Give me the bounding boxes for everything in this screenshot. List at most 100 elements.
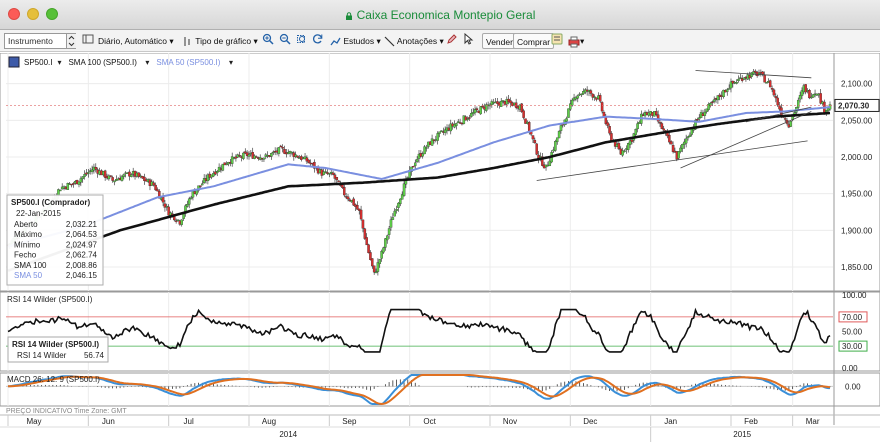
price-chart[interactable]: 2,070.30 SP500.I ▾ SMA 100 (SP500.I) ▾ SMA 50… <box>0 53 880 442</box>
candle <box>152 182 155 186</box>
candle <box>580 93 583 96</box>
year-label: 2015 <box>733 430 751 439</box>
sell-button[interactable]: Vender <box>482 33 517 49</box>
candle <box>697 117 701 120</box>
candle <box>656 114 660 122</box>
candle <box>808 90 811 99</box>
infobox-row-value: 2,032.21 <box>66 220 98 229</box>
candle <box>655 111 658 116</box>
pen-icon[interactable] <box>446 33 458 49</box>
buy-button[interactable]: Comprar <box>513 33 555 49</box>
candle <box>768 80 772 88</box>
candle <box>371 258 374 267</box>
candle <box>761 71 764 75</box>
candle <box>527 122 531 132</box>
footer-timezone: Time Zone: GMT <box>74 408 127 415</box>
candle <box>393 210 396 217</box>
candle <box>711 101 714 103</box>
candle <box>783 118 787 120</box>
candle <box>598 95 602 102</box>
zoom-in-button[interactable] <box>262 33 274 49</box>
bar-chart-icon <box>184 37 190 47</box>
candle <box>161 196 165 203</box>
candle <box>662 128 665 131</box>
candle <box>154 184 157 191</box>
candle <box>201 183 204 186</box>
macd-tick-label: 0.00 <box>845 382 861 391</box>
candle <box>669 141 673 145</box>
month-label: Jul <box>184 417 194 426</box>
candle <box>79 178 83 183</box>
candle <box>436 133 439 141</box>
candle <box>367 244 370 254</box>
infobox-row-value: 2,024.97 <box>66 240 98 249</box>
candle <box>696 119 699 121</box>
candle <box>589 90 593 94</box>
chart-type-dropdown[interactable]: Tipo de gráfico ▾ <box>182 33 258 49</box>
reset-icon[interactable] <box>312 33 324 49</box>
price-tick-label: 2,050.00 <box>841 116 873 125</box>
cursor-icon[interactable] <box>462 32 474 49</box>
candle <box>343 187 346 196</box>
candle <box>87 172 90 174</box>
candle <box>412 166 415 168</box>
rsi-tick-label: 70.00 <box>842 313 863 322</box>
infobox-row-label: Máximo <box>14 230 43 239</box>
candle <box>688 134 692 137</box>
candle <box>765 82 768 84</box>
studies-icon <box>330 37 341 46</box>
candle <box>72 183 75 185</box>
candle <box>421 153 424 157</box>
toolbar: Instrumento Diário, Automático ▾ Tipo de… <box>0 30 880 52</box>
candle <box>359 209 363 220</box>
candle <box>455 123 458 126</box>
year-label: 2014 <box>279 430 297 439</box>
candle <box>531 135 535 140</box>
candle <box>533 139 537 144</box>
legend-item: SMA 50 (SP500.I) <box>156 58 220 67</box>
candle <box>247 154 251 157</box>
print-dropdown[interactable]: ▾ <box>568 33 584 49</box>
candle <box>337 180 340 182</box>
candle <box>522 110 525 118</box>
period-dropdown[interactable]: Diário, Automático ▾ <box>98 33 174 49</box>
candle <box>475 108 479 110</box>
candle <box>602 112 606 117</box>
candle <box>365 237 368 246</box>
infobox-row-label: SMA 50 <box>14 271 43 280</box>
candle <box>189 197 193 199</box>
candle <box>122 174 126 177</box>
infobox-row-value: 2,062.74 <box>66 251 98 260</box>
layout-icon[interactable] <box>82 33 94 49</box>
candle <box>385 235 389 241</box>
candle <box>735 82 738 84</box>
candle <box>774 96 778 99</box>
candle <box>481 105 484 108</box>
zoom-out-button[interactable] <box>279 33 291 49</box>
infobox-row-value: 2,064.53 <box>66 230 98 239</box>
candle <box>610 133 613 141</box>
candle <box>255 156 258 158</box>
candle <box>557 131 561 139</box>
rsi-tick-label: 50.00 <box>842 328 863 337</box>
annotations-dropdown[interactable]: Anotações ▾ <box>384 33 444 49</box>
candle <box>617 143 621 150</box>
candle <box>378 259 382 264</box>
last-price-label: 2,070.30 <box>838 101 870 110</box>
zoom-area-button[interactable] <box>296 33 308 49</box>
instrument-input-text: Instrumento <box>8 36 53 46</box>
studies-dropdown[interactable]: Estudos ▾ <box>330 33 381 49</box>
month-label: Jun <box>102 417 115 426</box>
settings-icon[interactable] <box>551 33 563 49</box>
candle <box>372 265 376 273</box>
infobox-row-value: 2,008.86 <box>66 261 98 270</box>
candle <box>789 121 793 127</box>
candle <box>120 176 124 181</box>
candle <box>565 118 568 122</box>
price-tick-label: 2,100.00 <box>841 80 873 89</box>
candle <box>277 147 281 154</box>
instrument-dropdown-button[interactable] <box>66 34 76 48</box>
month-label: Mar <box>806 417 820 426</box>
window-title: Caixa Economica Montepio Geral <box>0 8 880 22</box>
price-tick-label: 1,900.00 <box>841 226 873 235</box>
